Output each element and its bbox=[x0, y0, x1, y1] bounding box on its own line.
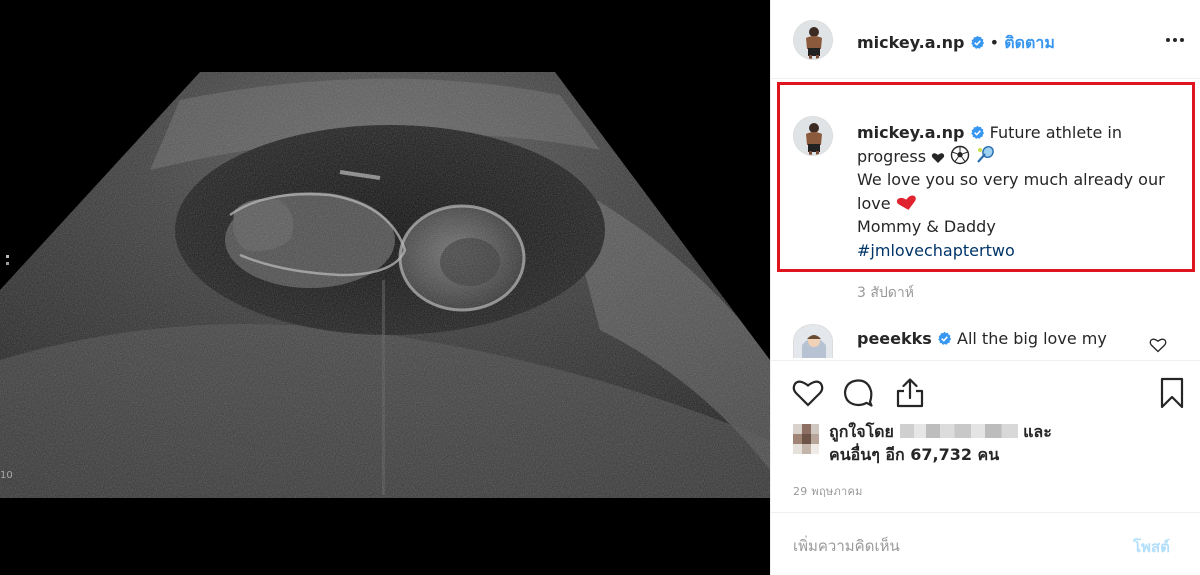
more-options-button[interactable] bbox=[1161, 28, 1189, 52]
post-caption: mickey.a.np Future athlete in progress W… bbox=[857, 121, 1167, 262]
post-date: 29 พฤษภาคม bbox=[793, 485, 863, 498]
likes-summary: ถูกใจโดย และ คนอื่นๆ อีก 67,732 คน bbox=[793, 420, 1193, 470]
header-divider bbox=[771, 78, 1200, 79]
author-avatar[interactable] bbox=[793, 20, 833, 60]
ultrasound-scan-graphic bbox=[0, 0, 770, 575]
caption-emoji-group bbox=[931, 145, 995, 166]
verified-badge-icon bbox=[970, 35, 984, 49]
post-image-ultrasound[interactable]: 10 bbox=[0, 0, 770, 575]
caption-line-6: #jmlovechaptertwo bbox=[857, 239, 1167, 263]
scan-depth-label: 10 bbox=[0, 470, 13, 481]
person-photo-icon bbox=[794, 117, 832, 155]
likes-count-link[interactable]: คนอื่นๆ อีก 67,732 คน bbox=[829, 443, 1052, 466]
heart-outline-icon bbox=[1149, 338, 1167, 353]
caption-hashtag-link[interactable]: #jmlovechaptertwo bbox=[857, 241, 1015, 260]
share-icon bbox=[896, 378, 924, 408]
likes-text: ถูกใจโดย และ คนอื่นๆ อีก 67,732 คน bbox=[829, 420, 1052, 466]
likes-line-1: ถูกใจโดย และ bbox=[829, 420, 1052, 443]
comment-button[interactable] bbox=[841, 376, 875, 410]
liked-by-label: ถูกใจโดย bbox=[829, 422, 894, 441]
share-button[interactable] bbox=[893, 376, 927, 410]
caption-text-line-2: progress bbox=[857, 146, 927, 166]
heart-icon bbox=[792, 380, 824, 407]
verified-badge-icon bbox=[970, 125, 984, 139]
save-button[interactable] bbox=[1155, 376, 1189, 410]
caption-line-5: Mommy & Daddy bbox=[857, 215, 1167, 239]
caption-timestamp: 3 สัปดาห์ bbox=[857, 285, 914, 301]
comment-like-button[interactable] bbox=[1149, 337, 1167, 357]
author-username[interactable]: mickey.a.np bbox=[857, 33, 964, 52]
tennis-racket-icon bbox=[977, 145, 995, 163]
caption-line-1: mickey.a.np Future athlete in bbox=[857, 121, 1167, 145]
more-horizontal-icon bbox=[1166, 38, 1184, 42]
header-separator: • bbox=[989, 33, 1000, 52]
add-comment-divider bbox=[771, 512, 1200, 513]
caption-line-2: progress bbox=[857, 145, 1167, 169]
caption-author-avatar[interactable] bbox=[793, 116, 833, 156]
caption-text-line-5: Mommy & Daddy bbox=[857, 217, 996, 236]
verified-badge-icon bbox=[938, 331, 951, 345]
caption-text-line-1: Future athlete in bbox=[989, 123, 1122, 142]
pixelated-avatar-icon bbox=[793, 424, 819, 454]
add-comment-input[interactable] bbox=[791, 530, 1115, 562]
like-button[interactable] bbox=[791, 376, 825, 410]
post-header: mickey.a.np • ติดตาม bbox=[857, 31, 1055, 56]
person-photo-icon bbox=[794, 325, 832, 358]
liker-avatar[interactable] bbox=[793, 424, 819, 454]
caption-username[interactable]: mickey.a.np bbox=[857, 123, 964, 142]
person-photo-icon bbox=[794, 21, 832, 59]
comment-item: peeekks All the big love my bbox=[857, 329, 1107, 348]
actions-divider bbox=[771, 360, 1200, 361]
instagram-post: 10 mickey.a.np • ติดตาม mickey.a.np Futu… bbox=[0, 0, 1200, 575]
bookmark-icon bbox=[1160, 377, 1184, 409]
commenter-avatar[interactable] bbox=[793, 324, 833, 358]
caption-line-4: love bbox=[857, 192, 1167, 216]
comment-icon bbox=[843, 379, 873, 407]
likes-and-label: และ bbox=[1023, 422, 1052, 441]
commenter-username[interactable]: peeekks bbox=[857, 329, 932, 348]
blurred-liker-name[interactable] bbox=[899, 424, 1018, 438]
post-side-panel: mickey.a.np • ติดตาม mickey.a.np Future … bbox=[770, 0, 1200, 575]
follow-button[interactable]: ติดตาม bbox=[1004, 33, 1055, 52]
heart-icon bbox=[931, 152, 945, 163]
caption-text-line-3: We love you so very much already our bbox=[857, 170, 1165, 189]
comment-text: All the big love my bbox=[957, 329, 1107, 348]
soccer-ball-icon bbox=[951, 145, 970, 164]
caption-line-3: We love you so very much already our bbox=[857, 168, 1167, 192]
post-comment-button[interactable]: โพสต์ bbox=[1133, 535, 1170, 559]
red-heart-icon bbox=[896, 194, 916, 210]
caption-text-line-4: love bbox=[857, 193, 891, 213]
